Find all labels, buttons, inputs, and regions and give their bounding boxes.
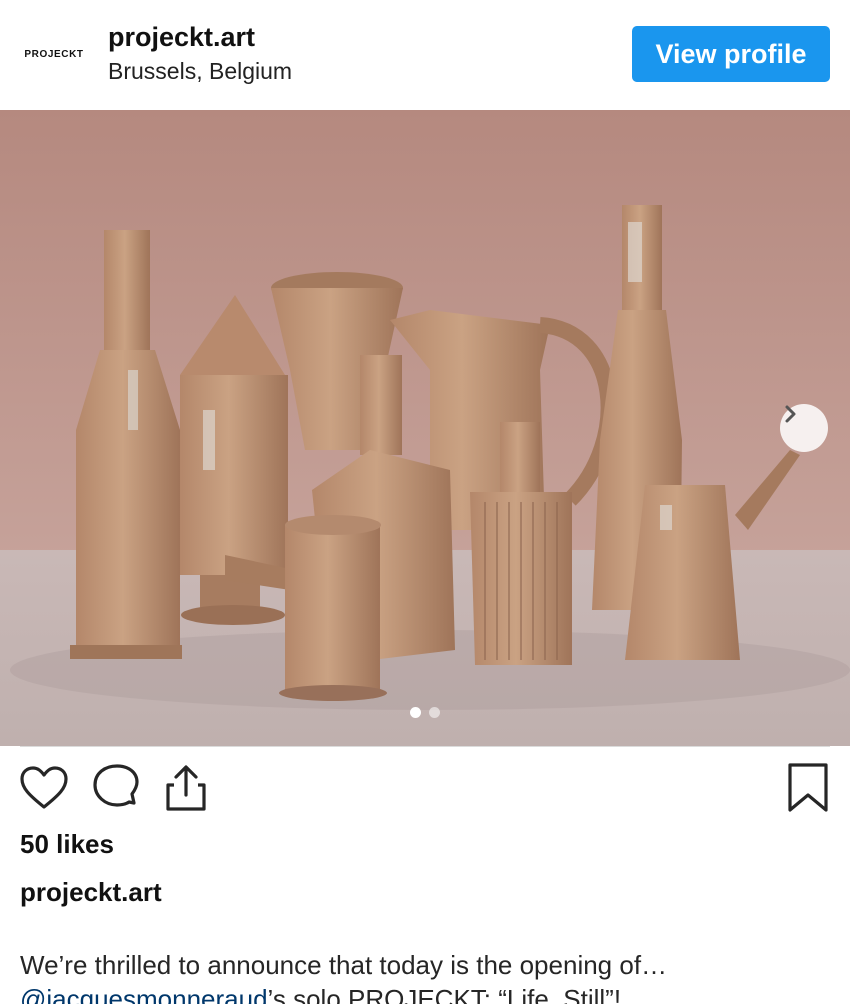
divider xyxy=(20,746,830,747)
caption-text: We’re thrilled to announce that today is… xyxy=(20,950,668,980)
chevron-right-icon xyxy=(785,405,796,423)
save-button[interactable] xyxy=(782,762,834,814)
post-header: PROJECKT projeckt.art Brussels, Belgium … xyxy=(0,0,850,110)
comment-icon xyxy=(93,764,139,807)
post-image[interactable] xyxy=(0,110,850,746)
heart-icon xyxy=(20,766,68,809)
likes-count[interactable]: 50 likes xyxy=(20,829,114,860)
like-button[interactable] xyxy=(18,762,70,814)
account-username[interactable]: projeckt.art xyxy=(108,22,255,53)
caption-text-line2: @jacquesmonneraud’s solo PROJECKT: “Life… xyxy=(20,984,621,1004)
comment-button[interactable] xyxy=(90,762,142,814)
avatar-logo-text: PROJECKT xyxy=(24,48,84,60)
account-avatar[interactable]: PROJECKT xyxy=(20,22,88,86)
carousel-dot-active xyxy=(410,707,421,718)
share-button[interactable] xyxy=(160,762,212,814)
carousel-indicators xyxy=(0,707,850,718)
account-location[interactable]: Brussels, Belgium xyxy=(108,58,292,85)
share-icon xyxy=(166,765,206,811)
carousel-next-button[interactable] xyxy=(780,404,828,452)
bookmark-icon xyxy=(788,763,828,812)
carousel-dot xyxy=(429,707,440,718)
caption-text-continuation: ’s solo PROJECKT: “Life, Still”! xyxy=(267,984,622,1004)
caption-mention-link[interactable]: @jacquesmonneraud xyxy=(20,984,268,1004)
view-profile-button[interactable]: View profile xyxy=(632,26,830,82)
cardboard-vessels-photo xyxy=(0,110,850,746)
caption-username[interactable]: projeckt.art xyxy=(20,877,162,908)
